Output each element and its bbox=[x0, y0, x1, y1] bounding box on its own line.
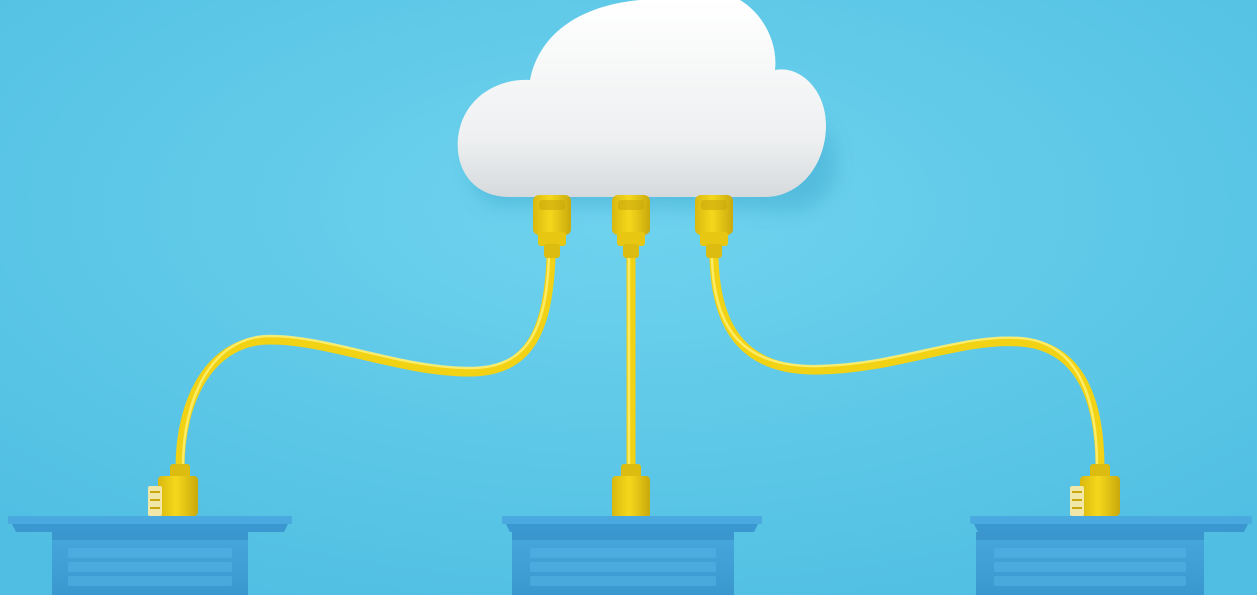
cloud-network-illustration bbox=[0, 0, 1257, 595]
laptops bbox=[8, 516, 1252, 595]
laptop-icon bbox=[502, 516, 762, 595]
